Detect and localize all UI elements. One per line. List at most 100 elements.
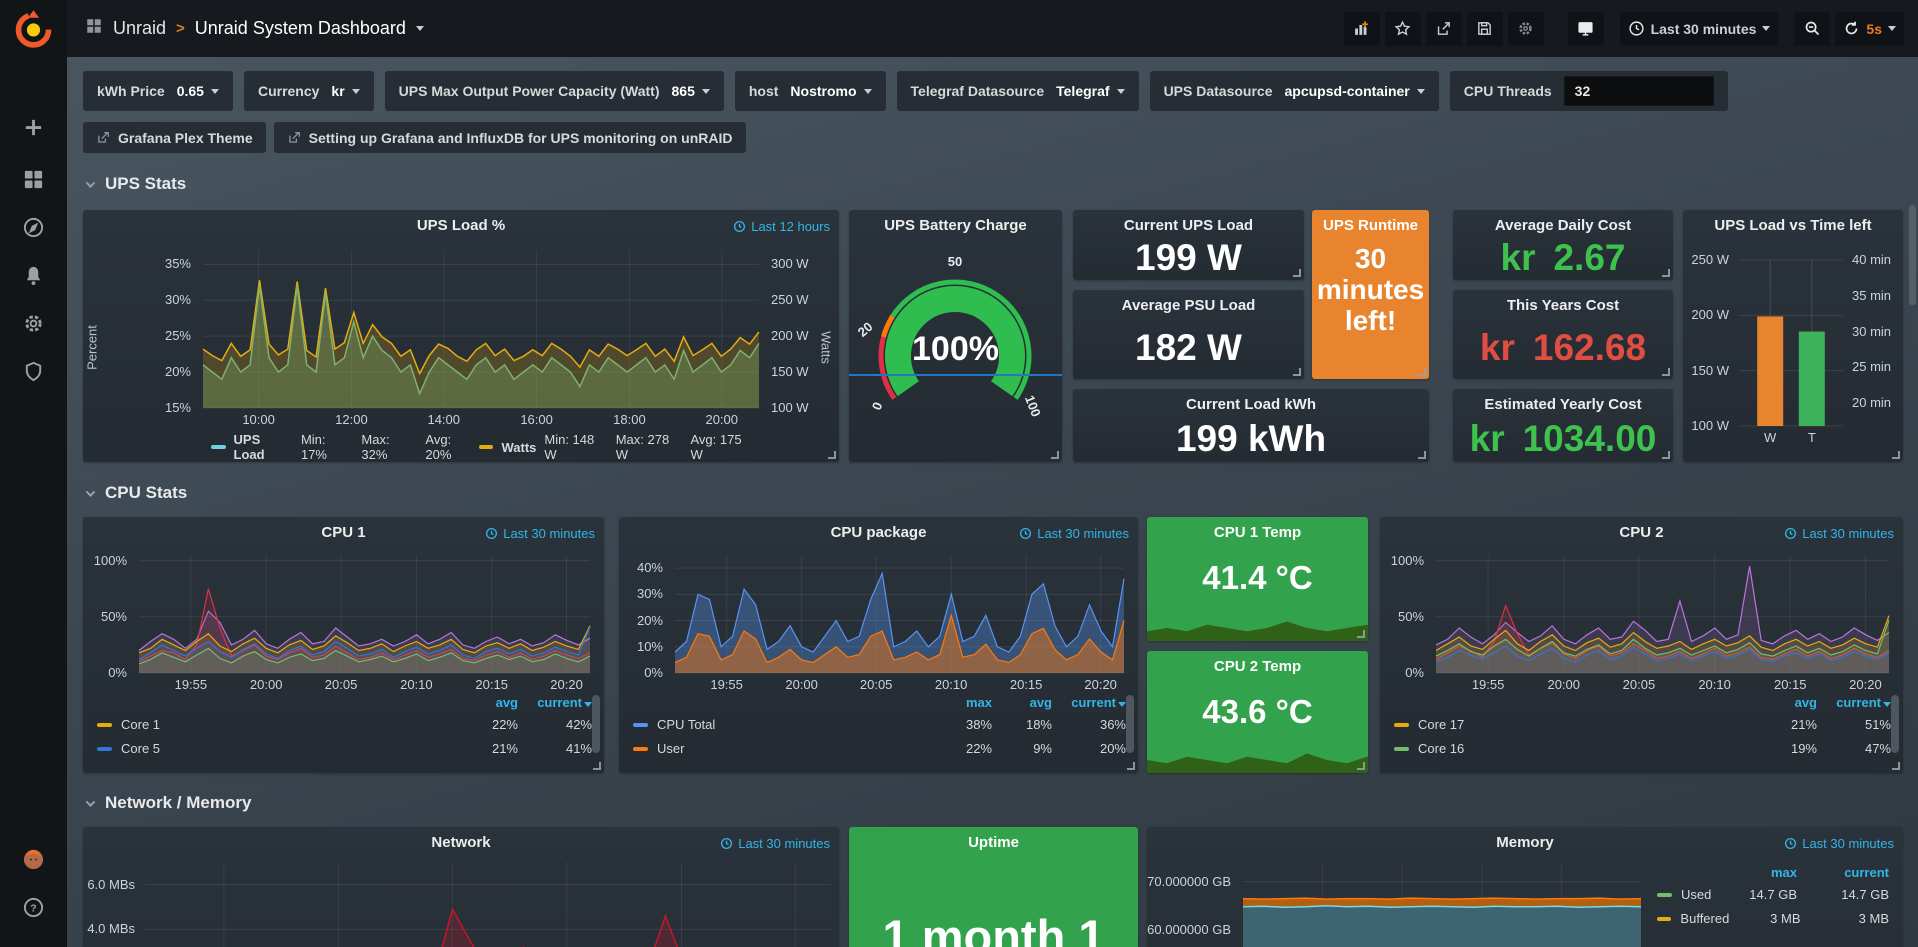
explore-icon[interactable]	[20, 214, 47, 241]
legend-swatch[interactable]	[633, 723, 648, 727]
legend-label[interactable]: UPS Load	[234, 432, 293, 462]
panel-title[interactable]: Uptime	[849, 834, 1138, 851]
legend-swatch[interactable]	[1394, 723, 1409, 727]
cpu2-chart[interactable]	[1436, 555, 1889, 673]
grafana-logo[interactable]	[11, 8, 56, 50]
section-ups-stats[interactable]: UPS Stats	[84, 174, 186, 194]
axis-tick: 100%	[94, 553, 127, 568]
legend-sort-max[interactable]: max	[932, 695, 992, 710]
panel-title[interactable]: Average Daily Cost	[1453, 217, 1673, 234]
variable-kwh-price-value[interactable]: 0.65	[177, 83, 219, 99]
cpu-package-chart[interactable]	[675, 555, 1124, 673]
clock-icon	[720, 837, 733, 850]
panel-title[interactable]: UPS Battery Charge	[849, 217, 1062, 234]
cpu-threads-input[interactable]	[1564, 76, 1714, 106]
legend-sort-avg[interactable]: avg	[458, 695, 518, 710]
alerting-bell-icon[interactable]	[20, 262, 47, 289]
memory-chart[interactable]	[1243, 862, 1641, 947]
ups-bar-chart[interactable]	[1739, 260, 1843, 426]
legend-swatch[interactable]	[1657, 893, 1672, 897]
legend-label[interactable]: Used	[1681, 887, 1711, 902]
panel-time-range[interactable]: Last 30 minutes	[1019, 526, 1129, 541]
user-avatar[interactable]	[20, 846, 47, 873]
panel-title[interactable]: CPU 1 Temp	[1147, 524, 1368, 541]
panel-time-range[interactable]: Last 12 hours	[733, 219, 830, 234]
legend-sort-avg[interactable]: avg	[1757, 695, 1817, 710]
legend-sort-max[interactable]: max	[1723, 865, 1797, 880]
legend-scrollbar[interactable]	[1891, 695, 1899, 753]
legend-swatch[interactable]	[1394, 747, 1409, 751]
dashboard-settings-button[interactable]	[1508, 12, 1544, 46]
refresh-interval-label[interactable]: 5s	[1866, 21, 1882, 37]
breadcrumb-app[interactable]: Unraid	[113, 18, 166, 39]
legend-swatch[interactable]	[97, 723, 112, 727]
section-network-memory[interactable]: Network / Memory	[84, 793, 251, 813]
refresh-button[interactable]: 5s	[1835, 12, 1904, 46]
legend-sort-avg[interactable]: avg	[992, 695, 1052, 710]
add-panel-button[interactable]	[1344, 12, 1380, 46]
axis-tick: 35%	[165, 256, 191, 271]
variable-telegraf-datasource-value[interactable]: Telegraf	[1056, 83, 1124, 99]
panel-time-range[interactable]: Last 30 minutes	[720, 836, 830, 851]
cycle-view-mode-button[interactable]	[1568, 12, 1604, 46]
legend-scrollbar[interactable]	[592, 695, 600, 753]
star-button[interactable]	[1385, 12, 1421, 46]
dashboard-title-caret-icon[interactable]	[416, 26, 424, 31]
variable-ups-max-output-value[interactable]: 865	[672, 83, 710, 99]
panel-title[interactable]: Average PSU Load	[1073, 297, 1304, 314]
legend-sort-current[interactable]: current	[1817, 695, 1891, 710]
dashboard-title[interactable]: Unraid System Dashboard	[195, 18, 406, 39]
panel-this-years-cost: This Years Cost kr 162.68	[1453, 290, 1673, 379]
legend-sort-current[interactable]: current	[1797, 865, 1889, 880]
legend-sort-current[interactable]: current	[518, 695, 592, 710]
variable-host-value[interactable]: Nostromo	[790, 83, 871, 99]
legend-swatch[interactable]	[1657, 917, 1671, 921]
section-cpu-stats[interactable]: CPU Stats	[84, 483, 187, 503]
dashboards-icon[interactable]	[20, 166, 47, 193]
legend-label[interactable]: Watts	[501, 440, 536, 455]
panel-title[interactable]: Estimated Yearly Cost	[1453, 396, 1673, 413]
dashboard-grid-icon[interactable]	[85, 17, 103, 40]
legend-swatch[interactable]	[479, 445, 493, 449]
legend-label[interactable]: CPU Total	[657, 717, 715, 732]
panel-title[interactable]: CPU 2 Temp	[1147, 658, 1368, 675]
link-ups-monitoring-guide[interactable]: Setting up Grafana and InfluxDB for UPS …	[274, 122, 746, 153]
time-range-picker[interactable]: Last 30 minutes	[1620, 12, 1779, 46]
cpu1-chart[interactable]	[139, 555, 590, 673]
legend-swatch[interactable]	[633, 747, 648, 751]
zoom-out-button[interactable]	[1794, 12, 1830, 46]
page-scrollbar-thumb[interactable]	[1909, 205, 1916, 305]
variable-ups-datasource-value[interactable]: apcupsd-container	[1285, 83, 1425, 99]
panel-title[interactable]: UPS Load vs Time left	[1683, 217, 1903, 234]
axis-tick: 50%	[1398, 609, 1424, 624]
configuration-gear-icon[interactable]	[20, 310, 47, 337]
panel-title[interactable]: UPS Runtime	[1312, 217, 1429, 234]
panel-title[interactable]: This Years Cost	[1453, 297, 1673, 314]
legend-label[interactable]: Core 5	[121, 741, 160, 756]
network-chart[interactable]	[145, 862, 831, 947]
panel-time-range[interactable]: Last 30 minutes	[1784, 836, 1894, 851]
legend-label[interactable]: User	[657, 741, 684, 756]
legend-sort-current[interactable]: current	[1052, 695, 1126, 710]
admin-shield-icon[interactable]	[20, 358, 47, 385]
axis-tick: 20:00	[705, 412, 738, 427]
panel-time-range[interactable]: Last 30 minutes	[485, 526, 595, 541]
panel-time-range[interactable]: Last 30 minutes	[1784, 526, 1894, 541]
legend-label[interactable]: Core 1	[121, 717, 160, 732]
save-button[interactable]	[1467, 12, 1503, 46]
legend-label[interactable]: Core 16	[1418, 741, 1464, 756]
ups-load-chart[interactable]	[203, 250, 759, 408]
legend-scrollbar[interactable]	[1126, 695, 1134, 753]
legend-swatch[interactable]	[211, 445, 226, 449]
legend-label[interactable]: Core 17	[1418, 717, 1464, 732]
help-icon[interactable]: ?	[20, 894, 47, 921]
panel-title[interactable]: Current UPS Load	[1073, 217, 1304, 234]
share-button[interactable]	[1426, 12, 1462, 46]
create-icon[interactable]	[20, 114, 47, 141]
panel-title[interactable]: Current Load kWh	[1073, 396, 1429, 413]
legend-label[interactable]: Buffered	[1680, 911, 1729, 926]
variable-currency-value[interactable]: kr	[331, 83, 359, 99]
link-grafana-plex-theme[interactable]: Grafana Plex Theme	[83, 122, 266, 153]
panel-title[interactable]: UPS Load %	[83, 217, 839, 234]
legend-swatch[interactable]	[97, 747, 112, 751]
